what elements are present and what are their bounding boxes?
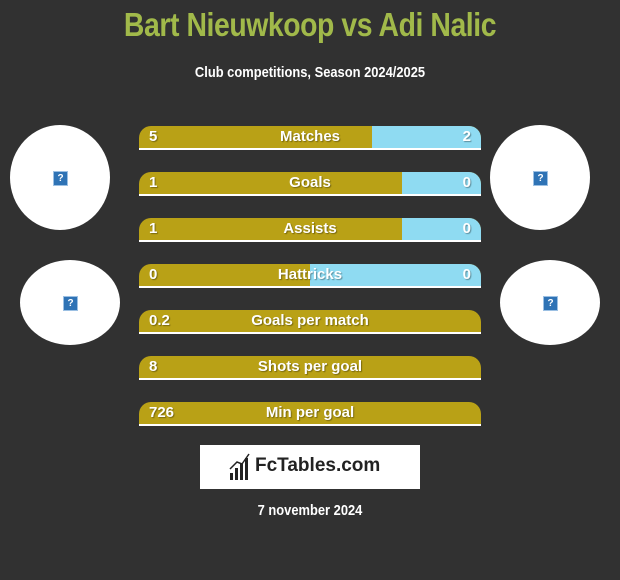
right-value: 0: [462, 266, 471, 283]
broken-image-icon: ?: [533, 170, 548, 186]
stat-row: 0.2 Goals per match: [139, 310, 481, 334]
page-title: Bart Nieuwkoop vs Adi Nalic: [123, 6, 497, 43]
right-value: 2: [462, 128, 471, 145]
player-left-photo: ?: [10, 125, 110, 230]
right-value: 0: [462, 174, 471, 191]
logo-text: FcTables.com: [255, 455, 381, 476]
stat-row: 5 Matches 2: [139, 126, 481, 150]
team-left-logo: ?: [20, 260, 120, 345]
stat-label: Hattricks: [277, 266, 343, 283]
stat-label: Goals: [289, 174, 331, 191]
right-value: 0: [462, 220, 471, 237]
broken-image-icon: ?: [53, 170, 68, 186]
stat-label: Assists: [283, 220, 337, 237]
stat-label: Shots per goal: [257, 358, 363, 375]
bar-chart-icon: [229, 453, 250, 480]
stat-row: 8 Shots per goal: [139, 356, 481, 380]
fctables-logo[interactable]: FcTables.com: [200, 445, 420, 489]
stat-row: 1 Assists 0: [139, 218, 481, 242]
player-right-photo: ?: [490, 125, 590, 230]
stat-label: Goals per match: [251, 312, 369, 329]
date-label: 7 november 2024: [257, 502, 363, 519]
stat-label: Matches: [279, 128, 341, 145]
competition-subtitle: Club competitions, Season 2024/2025: [194, 64, 426, 81]
team-right-logo: ?: [500, 260, 600, 345]
broken-image-icon: ?: [543, 295, 558, 311]
stat-row: 0 Hattricks 0: [139, 264, 481, 288]
stat-label: Min per goal: [265, 404, 355, 421]
broken-image-icon: ?: [63, 295, 78, 311]
stat-row: 726 Min per goal: [139, 402, 481, 426]
stat-row: 1 Goals 0: [139, 172, 481, 196]
